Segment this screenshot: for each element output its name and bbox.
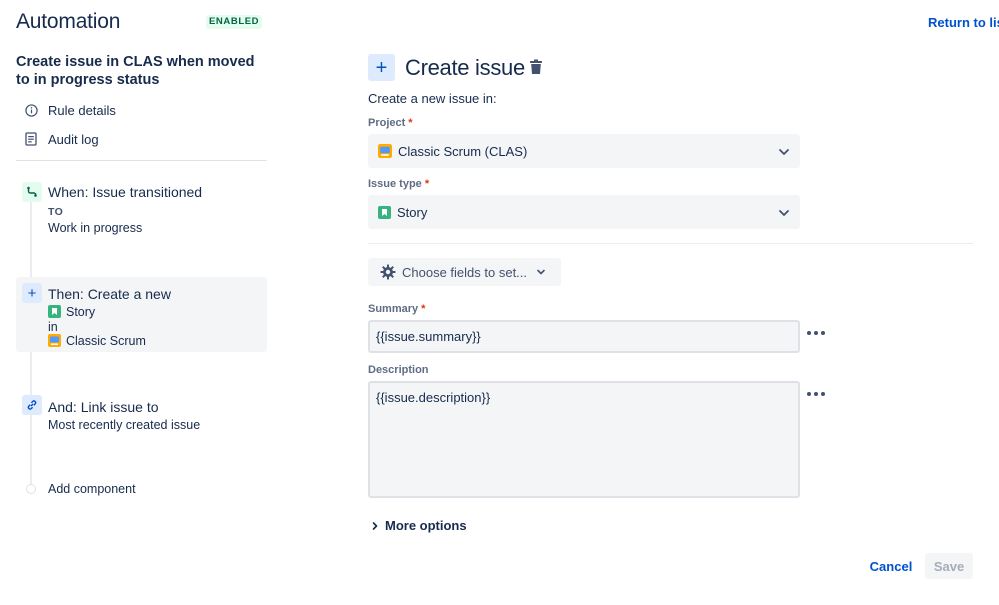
project-avatar-icon [378,144,392,158]
description-more-icon[interactable] [807,391,825,397]
more-options-label: More options [385,518,467,533]
description-textarea[interactable]: {{issue.description}} [368,381,800,498]
project-label-text: Project [368,117,406,129]
choose-fields-button[interactable]: Choose fields to set... [368,258,561,286]
chevron-down-icon [536,267,546,277]
delete-trash-icon[interactable] [529,59,543,75]
action-issue-type-label: Story [66,305,96,319]
status-badge: ENABLED [206,15,263,29]
action-issue-type: Story [48,305,95,319]
trigger-title: When: Issue transitioned [48,184,203,200]
add-component-dot [26,484,36,494]
page-title: Automation [16,10,121,33]
issue-type-field-label: Issue type * [368,178,429,190]
link-component[interactable]: And: Link issue to Most recently created… [20,395,267,435]
choose-fields-label: Choose fields to set... [402,264,528,280]
divider [368,243,973,244]
trigger-to-label: TO [48,206,64,218]
issue-type-select-value: Story [397,204,428,220]
link-icon [22,395,42,415]
summary-input-value: {{issue.summary}} [376,329,481,344]
link-title: And: Link issue to [48,399,159,415]
action-title: Then: Create a new [48,286,171,302]
return-to-list-link[interactable]: Return to list [928,15,999,30]
action-in-label: in [48,320,58,334]
chevron-down-icon [778,145,790,157]
add-component-button[interactable]: Add component [48,482,136,496]
audit-log-link[interactable]: Audit log [24,129,99,149]
summary-field-label: Summary * [368,303,425,315]
project-select-value: Classic Scrum (CLAS) [398,143,528,159]
required-mark: * [424,178,430,190]
chevron-right-icon [370,521,380,531]
summary-input[interactable]: {{issue.summary}} [368,320,800,353]
action-component-selected[interactable]: + Then: Create a new Story in Classic Sc… [16,277,267,352]
gear-icon [380,264,396,280]
plus-icon: + [22,283,42,303]
audit-log-label: Audit log [48,131,99,147]
transition-icon [22,182,42,202]
required-mark: * [421,303,426,315]
chevron-down-icon [778,206,790,218]
panel-subtitle: Create a new issue in: [368,91,497,106]
cancel-button[interactable]: Cancel [866,553,916,579]
summary-more-icon[interactable] [807,330,825,336]
summary-label-text: Summary [368,303,419,315]
panel-title: Create issue [405,55,525,80]
more-options-toggle[interactable]: More options [370,518,467,533]
required-mark: * [408,117,413,129]
trigger-status-value: Work in progress [48,221,143,235]
project-avatar-icon [48,334,61,347]
save-button[interactable]: Save [925,553,973,579]
rule-details-link[interactable]: Rule details [24,100,116,120]
action-project: Classic Scrum [48,334,146,348]
issue-type-label-text: Issue type [368,178,422,190]
action-project-label: Classic Scrum [66,334,146,348]
description-textarea-value: {{issue.description}} [376,390,491,405]
info-icon [24,103,38,117]
rule-name: Create issue in CLAS when moved to in pr… [16,54,255,88]
divider [16,160,267,161]
issue-type-select[interactable]: Story [368,195,800,229]
project-select[interactable]: Classic Scrum (CLAS) [368,134,800,168]
rule-details-label: Rule details [48,102,116,118]
trigger-component[interactable]: When: Issue transitioned TO Work in prog… [20,180,267,240]
document-icon [24,132,38,146]
project-field-label: Project * [368,117,413,129]
description-field-label: Description [368,364,429,376]
description-label-text: Description [368,364,429,376]
link-target-value: Most recently created issue [48,418,201,432]
story-icon [48,305,61,318]
story-icon [378,205,391,219]
action-plus-icon: + [368,54,395,81]
